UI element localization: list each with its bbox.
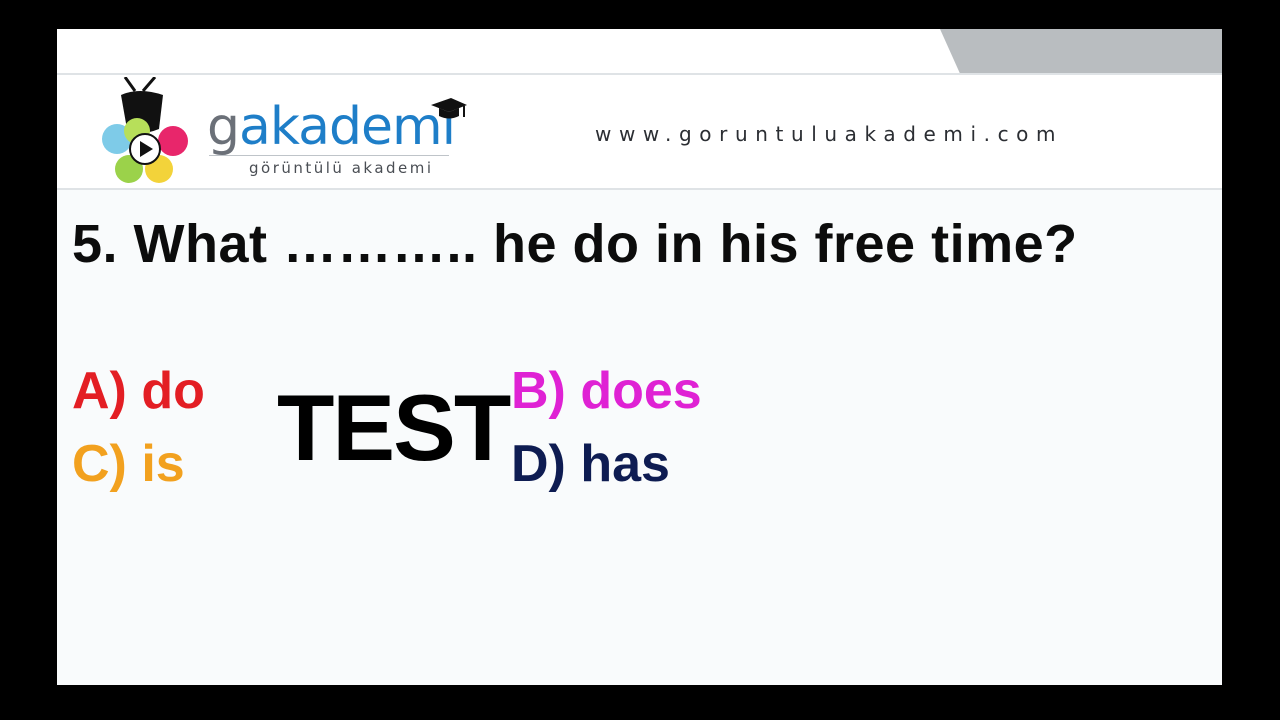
brand-letter-g: g xyxy=(207,97,240,157)
brand-name: gakademi xyxy=(207,101,456,153)
question-text: 5. What ……….. he do in his free time? xyxy=(72,214,1078,274)
option-d[interactable]: D) has xyxy=(511,438,670,490)
tv-flower-play-icon xyxy=(102,77,188,183)
top-tab-decoration xyxy=(940,29,1222,73)
test-overlay-text: TEST xyxy=(277,375,511,480)
brand-word-akademi: akademi xyxy=(239,97,456,157)
brand-underline xyxy=(209,155,449,156)
option-b[interactable]: B) does xyxy=(511,365,702,417)
brand-subtitle: görüntülü akademi xyxy=(249,159,434,177)
website-url: www.goruntuluakademi.com xyxy=(595,122,1064,146)
option-a[interactable]: A) do xyxy=(72,365,205,417)
slide-header: gakademi görüntülü akademi www.goruntulu… xyxy=(57,75,1222,190)
option-c[interactable]: C) is xyxy=(72,438,185,490)
graduation-cap-icon xyxy=(431,98,467,119)
top-strip xyxy=(57,29,1222,75)
slide-frame: gakademi görüntülü akademi www.goruntulu… xyxy=(57,29,1222,685)
